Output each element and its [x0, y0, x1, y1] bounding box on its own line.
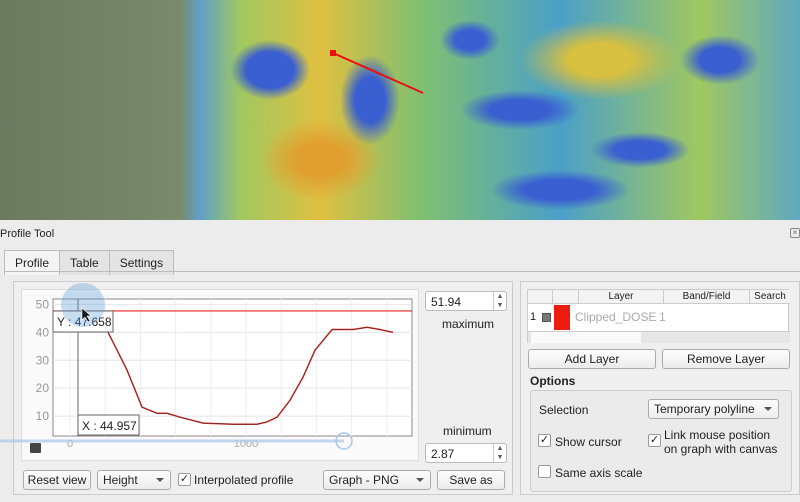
- same-axis-checkbox[interactable]: [538, 465, 551, 478]
- mouse-highlight: [61, 283, 105, 327]
- row-color-swatch[interactable]: [554, 305, 570, 330]
- chevron-down-icon: [764, 407, 772, 411]
- close-icon[interactable]: ×: [790, 228, 800, 238]
- header-band[interactable]: Band/Field: [664, 290, 750, 304]
- link-mouse-label: Link mouse position: [664, 428, 771, 442]
- header-layer[interactable]: Layer: [579, 290, 664, 304]
- y-tick-label: 10: [36, 409, 50, 423]
- same-axis-label: Same axis scale: [555, 466, 643, 480]
- link-mouse-label-2: on graph with canvas: [664, 442, 778, 456]
- link-mouse-checkbox[interactable]: ✓: [648, 434, 661, 447]
- row-index: 1: [530, 311, 537, 323]
- y-tick-label: 40: [36, 325, 50, 339]
- horizontal-scrollbar[interactable]: [528, 331, 790, 343]
- row-layer-name: Clipped_DOSE: [575, 310, 657, 324]
- reset-view-button[interactable]: Reset view: [23, 470, 91, 490]
- add-layer-button[interactable]: Add Layer: [528, 349, 656, 369]
- spin-arrows-icon[interactable]: ▲ ▼: [493, 444, 506, 462]
- minimum-label: minimum: [443, 424, 492, 438]
- interpolated-checkbox[interactable]: ✓: [178, 473, 191, 486]
- table-row[interactable]: 1 Clipped_DOSE 1: [528, 305, 790, 330]
- export-format-value: Graph - PNG: [329, 473, 400, 487]
- row-band: 1: [659, 310, 666, 324]
- layers-table: Layer Band/Field Search 1 Clipped_DOSE 1: [527, 289, 790, 343]
- y-tick-label: 30: [36, 353, 50, 367]
- mode-value: Height: [103, 473, 138, 487]
- show-cursor-checkbox[interactable]: ✓: [538, 434, 551, 447]
- selection-select[interactable]: Temporary polyline: [648, 399, 779, 419]
- selection-value: Temporary polyline: [654, 402, 755, 416]
- header-search[interactable]: Search: [750, 290, 790, 304]
- maximum-value: 51.94: [431, 295, 462, 309]
- y-tick-label: 50: [36, 297, 50, 311]
- mode-select[interactable]: Height: [97, 470, 171, 490]
- row-visibility-checkbox[interactable]: [542, 313, 551, 322]
- save-as-button[interactable]: Save as: [437, 470, 505, 490]
- options-heading: Options: [530, 374, 576, 388]
- chevron-down-icon: [416, 478, 424, 482]
- export-format-select[interactable]: Graph - PNG: [323, 470, 431, 490]
- header-index: [528, 290, 553, 304]
- y-tick-label: 20: [36, 381, 50, 395]
- selection-label: Selection: [539, 403, 589, 417]
- maximum-spinbox[interactable]: 51.94 ▲ ▼: [425, 291, 507, 311]
- interpolated-label: Interpolated profile: [194, 473, 294, 487]
- maximum-label: maximum: [442, 317, 495, 331]
- minimum-spinbox[interactable]: 2.87 ▲ ▼: [425, 443, 507, 463]
- chevron-down-icon: [156, 478, 164, 482]
- spin-arrows-icon[interactable]: ▲ ▼: [493, 292, 506, 310]
- show-cursor-label: Show cursor: [555, 435, 622, 449]
- autoscale-icon: [30, 443, 41, 453]
- profile-chart[interactable]: 50403020100 1000Y : 47.658X : 44.957: [0, 0, 520, 470]
- cursor-x-label: X : 44.957: [82, 419, 137, 433]
- header-color: [553, 290, 579, 304]
- remove-layer-button[interactable]: Remove Layer: [662, 349, 790, 369]
- minimum-value: 2.87: [431, 447, 455, 461]
